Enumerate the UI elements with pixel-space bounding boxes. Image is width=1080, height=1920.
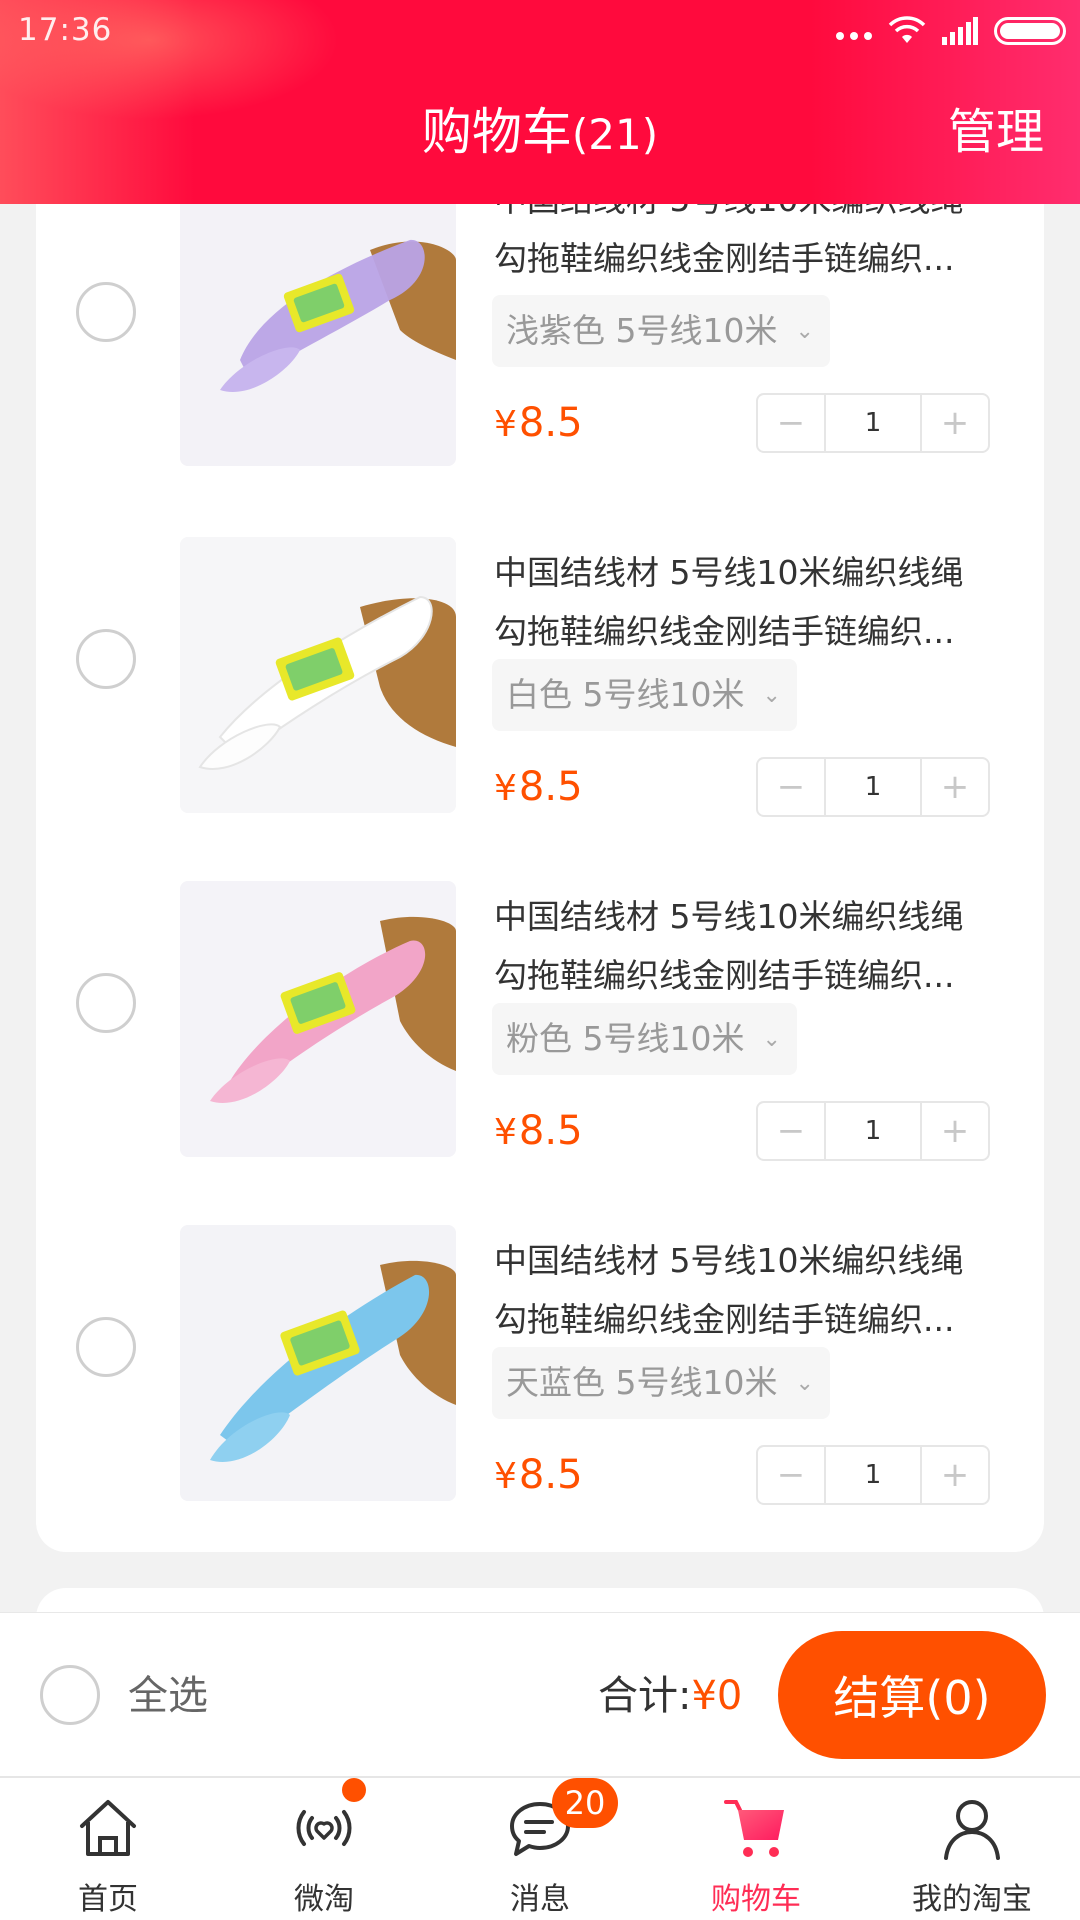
cart-icon xyxy=(724,1800,784,1857)
increase-button[interactable]: + xyxy=(922,1103,988,1159)
decrease-button[interactable]: − xyxy=(758,1103,824,1159)
currency-symbol: ¥ xyxy=(494,768,517,809)
tab-weitao[interactable]: 微淘 xyxy=(216,1778,432,1920)
price-value: 8.5 xyxy=(518,764,583,810)
cart-store-card: 中国结线材 5号线10米编织线绳 勾拖鞋编织线金刚结手链编织... 浅紫色 5号… xyxy=(36,140,1044,1552)
item-title-line1: 中国结线材 5号线10米编织线绳 xyxy=(494,553,964,592)
item-select-radio[interactable] xyxy=(76,973,136,1033)
product-thumbnail[interactable] xyxy=(180,1225,456,1501)
currency-symbol: ¥ xyxy=(494,404,517,445)
signal-icon xyxy=(942,17,978,45)
chevron-down-icon: ⌄ xyxy=(795,319,814,344)
total-summary: 合计:¥0 xyxy=(598,1671,742,1721)
weitao-notification-dot xyxy=(342,1778,366,1802)
sku-selector[interactable]: 粉色 5号线10米 ⌄ xyxy=(492,1003,797,1075)
chevron-down-icon: ⌄ xyxy=(762,683,781,708)
price-value: 8.5 xyxy=(518,1452,583,1498)
more-dots-icon xyxy=(836,32,872,40)
item-price: ¥8.5 xyxy=(494,762,583,814)
select-all-radio[interactable] xyxy=(40,1665,100,1725)
increase-button[interactable]: + xyxy=(922,1447,988,1503)
product-thumbnail[interactable] xyxy=(180,881,456,1157)
quantity-value[interactable]: 1 xyxy=(824,395,922,451)
page-title: 购物车(21) xyxy=(0,102,1080,165)
item-title[interactable]: 中国结线材 5号线10米编织线绳 勾拖鞋编织线金刚结手链编织... xyxy=(494,1231,1024,1349)
item-title-line2: 勾拖鞋编织线金刚结手链编织... xyxy=(494,956,955,995)
item-title-line1: 中国结线材 5号线10米编织线绳 xyxy=(494,897,964,936)
increase-button[interactable]: + xyxy=(922,759,988,815)
status-icons xyxy=(836,14,1066,48)
tab-my-taobao[interactable]: 我的淘宝 xyxy=(864,1778,1080,1920)
quantity-value[interactable]: 1 xyxy=(824,1447,922,1503)
item-title-line2: 勾拖鞋编织线金刚结手链编织... xyxy=(494,239,955,278)
cart-item[interactable]: 中国结线材 5号线10米编织线绳 勾拖鞋编织线金刚结手链编织... 粉色 5号线… xyxy=(36,881,1044,1181)
currency-symbol: ¥ xyxy=(494,1112,517,1153)
item-select-radio[interactable] xyxy=(76,1317,136,1377)
tab-label: 微淘 xyxy=(294,1882,354,1917)
item-title-line2: 勾拖鞋编织线金刚结手链编织... xyxy=(494,612,955,651)
profile-icon xyxy=(944,1800,1000,1860)
item-price: ¥8.5 xyxy=(494,1106,583,1158)
cart-count: (21) xyxy=(571,110,659,159)
total-value: ¥0 xyxy=(691,1673,743,1719)
tab-cart[interactable]: 购物车 xyxy=(648,1778,864,1920)
sku-selector[interactable]: 天蓝色 5号线10米 ⌄ xyxy=(492,1347,830,1419)
quantity-stepper: − 1 + xyxy=(756,393,990,453)
total-label: 合计: xyxy=(598,1673,692,1719)
page-title-text: 购物车 xyxy=(421,103,572,161)
tab-label: 我的淘宝 xyxy=(912,1882,1032,1917)
decrease-button[interactable]: − xyxy=(758,1447,824,1503)
sku-label: 浅紫色 5号线10米 xyxy=(506,311,778,350)
sku-selector[interactable]: 白色 5号线10米 ⌄ xyxy=(492,659,797,731)
tab-label: 消息 xyxy=(510,1882,570,1917)
header: 17:36 购物车(21) 管理 xyxy=(0,0,1080,204)
bottom-tab-bar: 首页 微淘 消息 购物车 我的淘宝 xyxy=(0,1776,1080,1920)
tab-label: 购物车 xyxy=(711,1882,801,1917)
item-title[interactable]: 中国结线材 5号线10米编织线绳 勾拖鞋编织线金刚结手链编织... xyxy=(494,887,1024,1005)
product-thumbnail[interactable] xyxy=(180,190,456,466)
status-time: 17:36 xyxy=(18,12,113,48)
decrease-button[interactable]: − xyxy=(758,759,824,815)
home-icon xyxy=(80,1800,136,1856)
tab-home[interactable]: 首页 xyxy=(0,1778,216,1920)
increase-button[interactable]: + xyxy=(922,395,988,451)
wifi-icon xyxy=(888,16,926,43)
price-value: 8.5 xyxy=(518,1108,583,1154)
weitao-icon xyxy=(296,1810,352,1846)
chevron-down-icon: ⌄ xyxy=(795,1371,814,1396)
checkout-bar: 全选 合计:¥0 结算(0) xyxy=(0,1612,1080,1776)
item-select-radio[interactable] xyxy=(76,629,136,689)
product-thumbnail[interactable] xyxy=(180,537,456,813)
tab-label: 首页 xyxy=(78,1882,138,1917)
item-select-radio[interactable] xyxy=(76,282,136,342)
item-title[interactable]: 中国结线材 5号线10米编织线绳 勾拖鞋编织线金刚结手链编织... xyxy=(494,543,1024,661)
chevron-down-icon: ⌄ xyxy=(762,1027,781,1052)
select-all-label[interactable]: 全选 xyxy=(128,1671,208,1721)
cart-item[interactable]: 中国结线材 5号线10米编织线绳 勾拖鞋编织线金刚结手链编织... 浅紫色 5号… xyxy=(36,180,1044,490)
cart-item[interactable]: 中国结线材 5号线10米编织线绳 勾拖鞋编织线金刚结手链编织... 白色 5号线… xyxy=(36,537,1044,837)
quantity-stepper: − 1 + xyxy=(756,757,990,817)
manage-button[interactable]: 管理 xyxy=(948,102,1044,162)
currency-symbol: ¥ xyxy=(494,1456,517,1497)
item-title-line2: 勾拖鞋编织线金刚结手链编织... xyxy=(494,1300,955,1339)
quantity-value[interactable]: 1 xyxy=(824,1103,922,1159)
status-bar: 17:36 xyxy=(0,0,1080,62)
quantity-value[interactable]: 1 xyxy=(824,759,922,815)
sku-label: 天蓝色 5号线10米 xyxy=(506,1363,778,1402)
item-price: ¥8.5 xyxy=(494,1450,583,1502)
quantity-stepper: − 1 + xyxy=(756,1445,990,1505)
battery-icon xyxy=(994,17,1066,45)
sku-label: 粉色 5号线10米 xyxy=(506,1019,745,1058)
checkout-button[interactable]: 结算(0) xyxy=(778,1631,1046,1759)
quantity-stepper: − 1 + xyxy=(756,1101,990,1161)
sku-selector[interactable]: 浅紫色 5号线10米 ⌄ xyxy=(492,295,830,367)
price-value: 8.5 xyxy=(518,400,583,446)
decrease-button[interactable]: − xyxy=(758,395,824,451)
message-badge: 20 xyxy=(552,1778,618,1828)
sku-label: 白色 5号线10米 xyxy=(506,675,745,714)
cart-item[interactable]: 中国结线材 5号线10米编织线绳 勾拖鞋编织线金刚结手链编织... 天蓝色 5号… xyxy=(36,1225,1044,1525)
item-price: ¥8.5 xyxy=(494,398,583,450)
item-title-line1: 中国结线材 5号线10米编织线绳 xyxy=(494,1241,964,1280)
